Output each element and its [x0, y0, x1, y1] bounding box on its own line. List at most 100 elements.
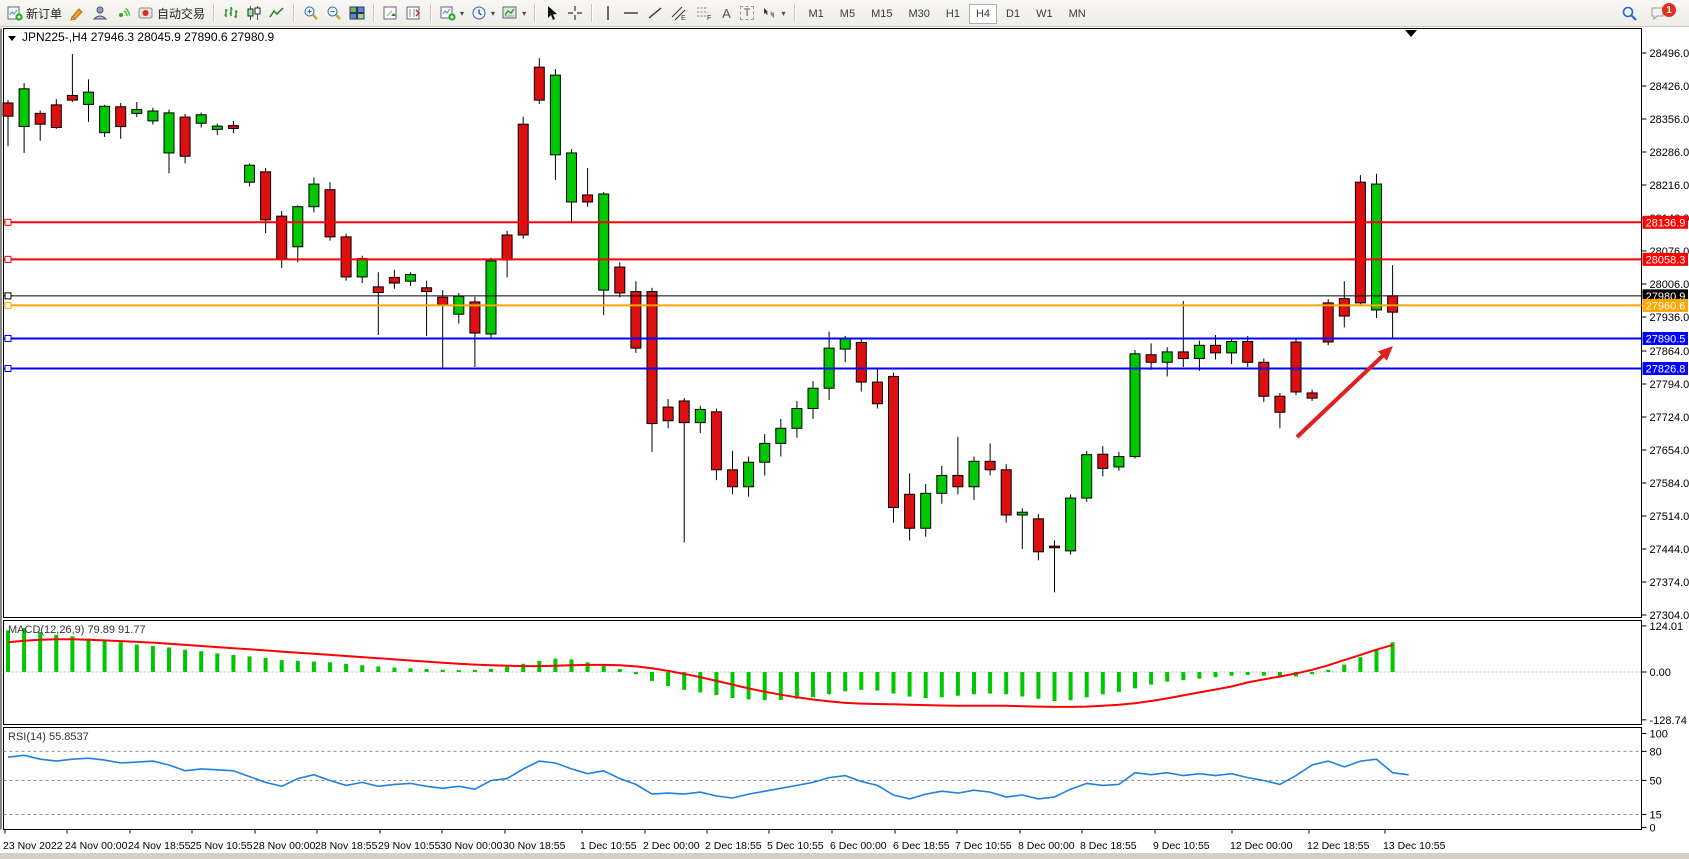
macd-bar — [54, 635, 58, 672]
macd-bar — [1246, 672, 1250, 675]
fibonacci-button[interactable]: F — [692, 3, 716, 23]
time-axis-label: 24 Nov 18:55 — [128, 840, 191, 852]
new-chart-button[interactable]: ▾ — [437, 3, 467, 23]
time-axis[interactable]: 23 Nov 202224 Nov 00:0024 Nov 18:5525 No… — [3, 830, 1446, 853]
cursor-icon — [544, 5, 560, 21]
timeframe-h1[interactable]: H1 — [939, 4, 967, 24]
candle-body — [1211, 345, 1221, 353]
macd-bar — [6, 630, 10, 672]
macd-bar — [1230, 672, 1234, 676]
signal-button[interactable] — [112, 3, 134, 23]
hline-handle[interactable] — [5, 293, 11, 299]
timeframe-m5[interactable]: M5 — [833, 4, 862, 24]
time-axis-label: 1 Dec 10:55 — [580, 840, 637, 852]
vertical-line-button[interactable] — [598, 3, 618, 23]
macd-bar — [1262, 672, 1266, 676]
axis-tick-label: 28356.0 — [1650, 114, 1689, 126]
candle-body — [1194, 345, 1204, 358]
clock-icon — [471, 5, 487, 21]
candle-body — [100, 106, 110, 132]
axis-tick-label: 27514.0 — [1650, 511, 1689, 523]
timeframe-m1[interactable]: M1 — [802, 4, 831, 24]
zoom-out-button[interactable] — [323, 3, 345, 23]
horizontal-line-button[interactable] — [619, 3, 643, 23]
macd-bar — [376, 666, 380, 672]
hline-handle[interactable] — [5, 302, 11, 308]
candle-body — [840, 339, 850, 349]
candle-body — [905, 494, 915, 528]
timeframe-h4[interactable]: H4 — [969, 4, 997, 24]
macd-bar — [666, 672, 670, 686]
macd-bar — [714, 672, 718, 695]
autotrade-button[interactable]: 自动交易 — [135, 3, 208, 24]
timeframe-m15[interactable]: M15 — [864, 4, 899, 24]
price-axis[interactable]: 28496.028426.028356.028286.028216.028146… — [1642, 48, 1689, 835]
macd-bar — [135, 644, 139, 672]
candle-body — [325, 190, 335, 237]
candle-body — [1259, 362, 1269, 396]
macd-bar — [859, 672, 863, 690]
notifications-button[interactable]: 1 — [1647, 3, 1679, 23]
period-button[interactable]: ▾ — [468, 3, 498, 23]
auto-scroll-button[interactable] — [380, 3, 402, 23]
candle-body — [180, 117, 190, 156]
candle-body — [808, 388, 818, 408]
macd-bar — [1053, 672, 1057, 701]
arrows-button[interactable]: ▾ — [758, 3, 788, 23]
new-order-button[interactable]: 新订单 — [4, 3, 65, 24]
macd-bar — [489, 669, 493, 672]
macd-bar — [827, 672, 831, 694]
hline-handle[interactable] — [5, 219, 11, 225]
macd-bar — [972, 672, 976, 694]
timeframe-w1[interactable]: W1 — [1029, 4, 1060, 24]
timeframe-mn[interactable]: MN — [1062, 4, 1093, 24]
dropdown-arrow-icon: ▾ — [460, 9, 464, 18]
timeframe-m30[interactable]: M30 — [901, 4, 936, 24]
cursor-button[interactable] — [541, 3, 563, 23]
text-button[interactable]: A — [717, 4, 736, 23]
candle-body — [695, 409, 705, 422]
new-chart-icon — [440, 5, 456, 21]
hline-handle[interactable] — [5, 366, 11, 372]
rsi-axis-label: 100 — [1650, 729, 1668, 741]
zoom-in-button[interactable] — [300, 3, 322, 23]
bar-chart-button[interactable] — [220, 3, 242, 23]
main-pane[interactable] — [4, 29, 1642, 618]
hline-handle[interactable] — [5, 335, 11, 341]
time-axis-label: 29 Nov 10:55 — [378, 840, 441, 852]
channel-button[interactable]: E — [667, 3, 691, 23]
template-button[interactable]: ▾ — [499, 3, 529, 23]
profile-button[interactable] — [89, 3, 111, 23]
candle-body — [245, 165, 255, 182]
trendline-button[interactable] — [644, 3, 666, 23]
macd-bar — [296, 661, 300, 672]
crayon-button[interactable] — [66, 3, 88, 23]
candle-body — [518, 124, 528, 235]
macd-bar — [1375, 649, 1379, 672]
price-chart-svg: 28496.028426.028356.028286.028216.028146… — [0, 27, 1689, 859]
chart-window[interactable]: 28496.028426.028356.028286.028216.028146… — [0, 27, 1689, 852]
hline-handle[interactable] — [5, 256, 11, 262]
timeframe-d1[interactable]: D1 — [999, 4, 1027, 24]
candlestick-button[interactable] — [243, 3, 265, 23]
candle-body — [1339, 299, 1349, 316]
candle-body — [132, 110, 142, 114]
candle-body — [647, 292, 657, 424]
search-button[interactable] — [1618, 3, 1641, 24]
macd-bar — [1342, 665, 1346, 672]
candle-body — [389, 277, 399, 283]
text-label-button[interactable]: T — [737, 4, 758, 22]
candle-body — [357, 259, 367, 277]
toolbar-separator — [293, 4, 295, 22]
candle-body — [1066, 498, 1076, 551]
macd-bar — [457, 670, 461, 672]
candle-body — [921, 493, 931, 528]
time-axis-label: 2 Dec 00:00 — [643, 840, 700, 852]
candle-body — [1033, 519, 1043, 552]
chart-shift-button[interactable] — [403, 3, 425, 23]
candle-body — [1082, 455, 1092, 498]
crosshair-button[interactable] — [564, 3, 586, 23]
line-chart-button[interactable] — [266, 3, 288, 23]
time-axis-label: 13 Dec 10:55 — [1383, 840, 1446, 852]
tile-windows-button[interactable] — [346, 3, 368, 23]
